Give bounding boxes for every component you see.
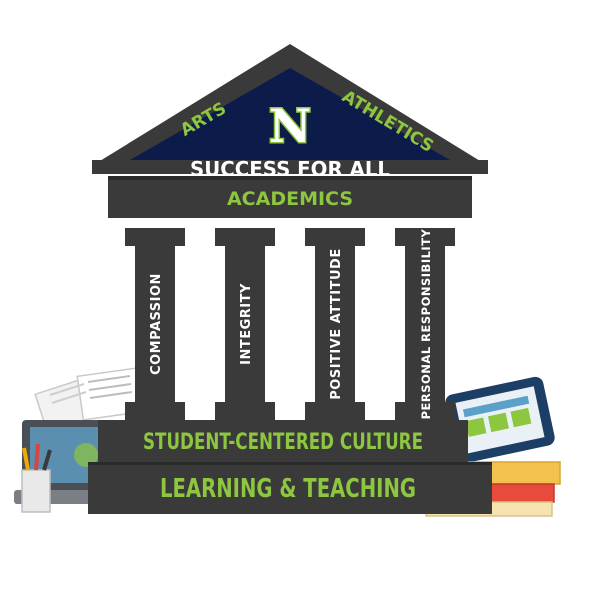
school-logo: N — [262, 98, 318, 155]
pillar: PERSONAL RESPONSIBILITY — [395, 228, 455, 420]
pillar-capital — [125, 228, 185, 246]
pillars: COMPASSION INTEGRITY POSITIVE ATTITUDE PERS… — [125, 228, 455, 420]
label-academics: ACADEMICS — [227, 188, 353, 210]
pillar-base — [305, 402, 365, 420]
label-learning-teaching: LEARNING & TEACHING — [160, 474, 416, 504]
pillar-label: COMPASSION — [149, 273, 164, 375]
pillar-label: POSITIVE ATTITUDE — [329, 248, 344, 399]
logo-letter: N — [269, 99, 311, 153]
pillar-label: PERSONAL RESPONSIBILITY — [419, 228, 433, 419]
pillar: INTEGRITY — [215, 228, 275, 420]
pillar-base — [125, 402, 185, 420]
pillar-base — [215, 402, 275, 420]
pillar-label: INTEGRITY — [239, 283, 254, 365]
pillar-capital — [305, 228, 365, 246]
pillars-of-success-diagram: N SUCCESS FOR ALL ARTS ATHLETICS ACADEMI… — [0, 0, 590, 590]
temple-illustration: N SUCCESS FOR ALL ARTS ATHLETICS ACADEMI… — [14, 44, 561, 517]
label-student-centered-culture: STUDENT-CENTERED CULTURE — [143, 430, 423, 455]
pillar-capital — [215, 228, 275, 246]
pillar: POSITIVE ATTITUDE — [305, 228, 365, 420]
